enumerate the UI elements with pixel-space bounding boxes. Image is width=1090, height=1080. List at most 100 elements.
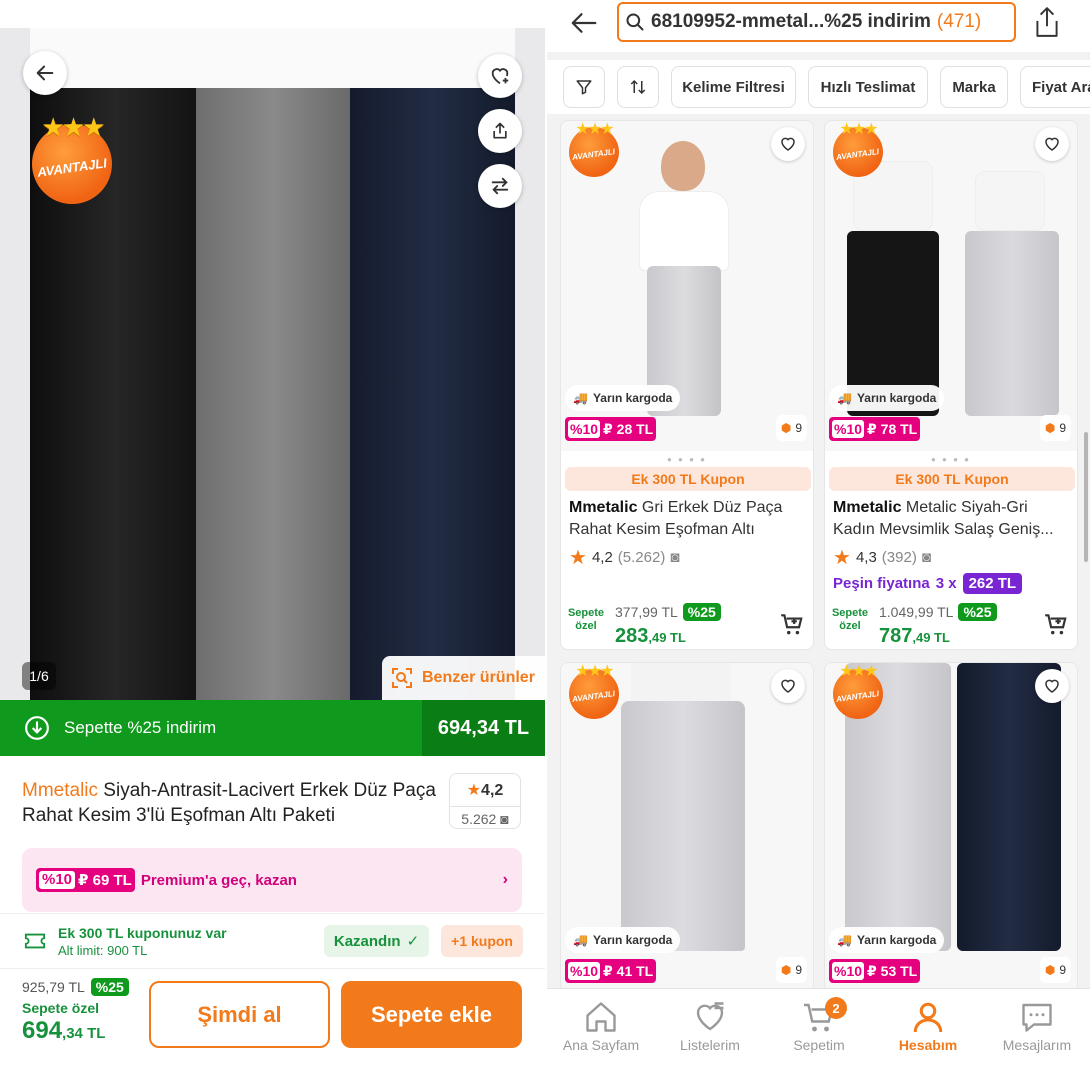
advantage-badge: ★★★ AVANTAJLI — [833, 121, 883, 177]
product-card[interactable]: ★★★ AVANTAJLI 🚚 Yarın kargoda %10 ₽ 78 TL ⬢… — [824, 120, 1078, 650]
filter-bar: Kelime Filtresi Hızlı Teslimat Marka Fiy… — [547, 60, 1090, 114]
shipping-count-value: 9 — [795, 963, 802, 977]
filter-fast-delivery[interactable]: Hızlı Teslimat — [808, 66, 928, 108]
tab-messages[interactable]: Mesajlarım — [987, 997, 1087, 1053]
search-header: 68109952-mmetal...%25 indirim (471) — [547, 0, 1090, 52]
premium-pct: %10 — [39, 871, 76, 889]
filter-brand[interactable]: Marka — [940, 66, 1008, 108]
product-price: Sepete özel 1.049,99 TL %25 787,49 TL — [825, 597, 1077, 649]
star-icon: ★ — [466, 782, 482, 799]
favorite-button[interactable] — [1035, 669, 1069, 703]
tab-lists-label: Listelerim — [680, 1037, 740, 1053]
advantage-badge-label: AVANTAJLI — [572, 688, 616, 704]
discount-icon — [25, 716, 49, 740]
advantage-badge-label: AVANTAJLI — [836, 146, 880, 162]
product-card[interactable]: ★★★ AVANTAJLI 🚚 Yarın kargoda %10 ₽ 28 TL ⬢… — [560, 120, 814, 650]
installment-label: Peşin fiyatına — [833, 575, 930, 592]
delivery-badge: 🚚 Yarın kargoda — [829, 385, 945, 411]
more-coupon-button[interactable]: +1 kupon — [441, 925, 523, 957]
stars-icon: ★★★ — [41, 112, 106, 142]
favorite-button[interactable] — [1035, 127, 1069, 161]
stars-icon: ★★★ — [839, 663, 878, 680]
shipping-count: ⬢ 9 — [775, 415, 807, 441]
buy-bar: 925,79 TL %25 Sepete özel 694,34 TL Şimdi… — [0, 970, 545, 1080]
add-cart-icon[interactable] — [1043, 611, 1069, 637]
advantage-badge: ★★★ AVANTAJLI — [569, 121, 619, 177]
delivery-badge: 🚚 Yarın kargoda — [565, 385, 681, 411]
filter-keyword[interactable]: Kelime Filtresi — [671, 66, 796, 108]
favorite-button[interactable] — [771, 127, 805, 161]
premium-banner[interactable]: %10 ₽ 69 TL Premium'a geç, kazan › — [22, 848, 522, 912]
filter-button[interactable] — [563, 66, 605, 108]
tag-icon: ⬢ — [1044, 963, 1056, 977]
cart-discount-bar: Sepette %25 indirim 694,34 TL — [0, 700, 545, 756]
cart-special-label: Sepete özel — [567, 607, 605, 632]
message-icon — [1022, 1003, 1052, 1032]
search-input[interactable]: 68109952-mmetal...%25 indirim (471) — [617, 2, 1016, 42]
premium-cashback-tag: %10 ₽ 69 TL — [36, 868, 135, 892]
share-icon — [493, 122, 507, 139]
cashback-tag: %10 ₽ 28 TL — [565, 417, 657, 441]
heart-plus-icon — [491, 68, 509, 85]
tab-home[interactable]: Ana Sayfam — [551, 997, 651, 1053]
advantage-badge-label: AVANTAJLI — [836, 688, 880, 704]
camera-icon: ◙ — [500, 811, 509, 827]
advantage-badge-label: AVANTAJLI — [36, 154, 108, 180]
tab-account[interactable]: Hesabım — [878, 997, 978, 1053]
arrow-left-icon — [36, 65, 54, 81]
shirt-image — [30, 28, 515, 88]
product-image-gallery[interactable]: ★★★ AVANTAJLI — [0, 28, 545, 700]
scrollbar[interactable] — [1084, 432, 1088, 562]
search-icon — [626, 13, 644, 31]
image-dots: ● ● ● ● — [931, 455, 971, 464]
cashback-amount: ₽ 41 TL — [603, 962, 654, 979]
model-shirt — [639, 191, 729, 271]
cashback-pct: %10 — [832, 420, 865, 438]
review-count: (392) — [881, 549, 917, 566]
delivery-badge: 🚚 Yarın kargoda — [829, 927, 945, 953]
product-name-line2: Rahat Kesim Eşofman Altı — [569, 521, 755, 538]
tab-lists[interactable]: Listelerim — [660, 997, 760, 1053]
tag-icon: ⬢ — [1044, 421, 1056, 435]
buy-now-button[interactable]: Şimdi al — [149, 981, 330, 1048]
installment-offer: Peşin fiyatına 3 x 262 TL — [833, 573, 1023, 594]
similar-products-button[interactable]: Benzer ürünler — [382, 656, 545, 700]
camera-icon: ◙ — [670, 549, 680, 566]
cashback-tag: %10 ₽ 53 TL — [829, 959, 921, 983]
discount-pct: %25 — [90, 978, 129, 996]
brand-name[interactable]: Mmetalic — [22, 780, 98, 801]
compare-button[interactable] — [478, 164, 522, 208]
arrow-left-icon[interactable] — [569, 8, 599, 38]
sort-button[interactable] — [617, 66, 659, 108]
favorite-button[interactable] — [771, 669, 805, 703]
product-card[interactable]: ★★★ AVANTAJLI 🚚 Yarın kargoda %10 ₽ 41 TL ⬢… — [560, 662, 814, 992]
add-to-cart-button[interactable]: Sepete ekle — [341, 981, 522, 1048]
premium-text: Premium'a geç, kazan — [140, 871, 297, 889]
delivery-label: Yarın kargoda — [856, 391, 937, 405]
similar-products-label: Benzer ürünler — [422, 669, 535, 686]
delivery-badge: 🚚 Yarın kargoda — [565, 927, 681, 953]
final-price-main: 694 — [22, 1017, 63, 1044]
review-count: (5.262) — [617, 549, 666, 566]
product-brand: Mmetalic — [833, 499, 902, 516]
tab-cart[interactable]: 2 Sepetim — [769, 997, 869, 1053]
add-cart-icon[interactable] — [779, 611, 805, 637]
shipping-count-value: 9 — [1059, 963, 1066, 977]
cashback-amount: ₽ 78 TL — [867, 420, 918, 437]
share-button[interactable] — [478, 109, 522, 153]
share-icon[interactable] — [1034, 6, 1060, 38]
discount-pct: %25 — [682, 603, 721, 621]
filter-price-range[interactable]: Fiyat Ara — [1020, 66, 1090, 108]
rating-box[interactable]: ★4,2 5.262 ◙ — [449, 773, 521, 829]
tag-icon: ⬢ — [780, 963, 792, 977]
heart-icon — [1045, 137, 1059, 151]
rating-value: 4,2 — [481, 782, 504, 799]
model-gray-pants — [621, 701, 745, 951]
advantage-badge: ★★★ AVANTAJLI — [32, 112, 112, 204]
product-card[interactable]: ★★★ AVANTAJLI 🚚 Yarın kargoda %10 ₽ 53 TL ⬢… — [824, 662, 1078, 992]
favorite-button[interactable] — [478, 54, 522, 98]
tab-home-label: Ana Sayfam — [562, 1037, 640, 1053]
rating-value: 4,3 — [855, 549, 877, 566]
back-button[interactable] — [23, 51, 67, 95]
ticket-icon — [24, 933, 46, 949]
